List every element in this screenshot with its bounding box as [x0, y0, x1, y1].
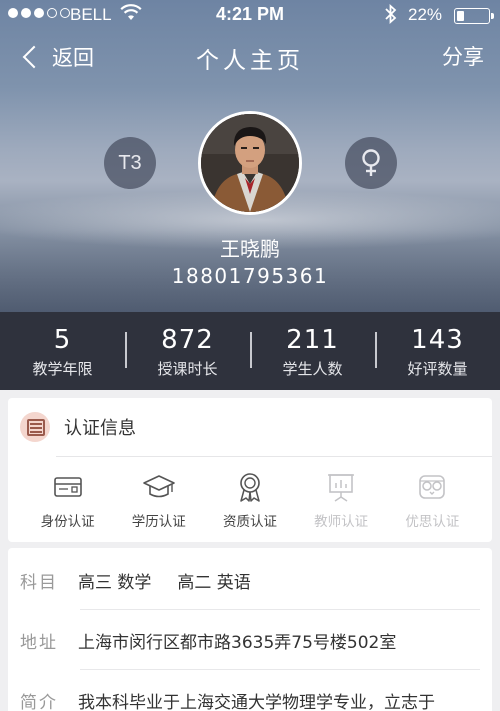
address-value: 上海市闵行区都市路3635弄75号楼502室 — [78, 632, 397, 653]
graduation-cap-icon — [116, 470, 202, 504]
subject-values: 高三 数学 高二 英语 — [78, 568, 251, 593]
intro-text: 我本科毕业于上海交通大学物理学专业，立志于 — [78, 692, 435, 711]
address-label: 地址 — [20, 632, 58, 653]
certification-title: 认证信息 — [64, 418, 136, 439]
avatar-photo — [201, 114, 299, 212]
stat-value: 143 — [411, 325, 464, 355]
stat-value: 872 — [161, 325, 214, 355]
certification-header: 认证信息 — [20, 412, 136, 442]
certification-list: 身份认证 学历认证 资质认证 教师认证 优思认证 — [8, 470, 492, 530]
share-button[interactable]: 分享 — [442, 41, 484, 71]
battery-percent: 22% — [408, 5, 443, 24]
stat-label: 学生人数 — [282, 360, 343, 378]
stat-teaching-hours: 872 授课时长 — [125, 312, 250, 390]
avatar[interactable] — [198, 111, 302, 215]
teacher-phone: 18801795361 — [171, 264, 329, 288]
subject-item: 高三 数学 — [78, 572, 152, 593]
cert-label: 资质认证 — [222, 514, 277, 530]
award-ribbon-icon — [207, 470, 293, 504]
female-symbol-icon — [345, 137, 397, 189]
address-row: 地址 上海市闵行区都市路3635弄75号楼502室 — [20, 610, 480, 670]
navigation-bar: 返回 个人主页 分享 — [0, 32, 500, 82]
subject-item: 高二 英语 — [177, 572, 251, 593]
stat-teaching-years: 5 教学年限 — [0, 312, 125, 390]
intro-row: 简介 我本科毕业于上海交通大学物理学专业，立志于 — [20, 670, 480, 711]
stat-label: 好评数量 — [407, 360, 468, 378]
stat-value: 211 — [286, 325, 339, 355]
stat-student-count: 211 学生人数 — [250, 312, 375, 390]
battery-icon — [454, 8, 494, 24]
list-document-icon — [20, 412, 50, 442]
stat-positive-reviews: 143 好评数量 — [375, 312, 500, 390]
divider — [56, 456, 492, 457]
stat-label: 教学年限 — [32, 360, 93, 378]
status-bar: BELL 4:21 PM 22% — [0, 0, 500, 30]
id-card-icon — [25, 470, 111, 504]
subject-row: 科目 高三 数学 高二 英语 — [20, 550, 480, 610]
cert-label: 教师认证 — [314, 514, 369, 530]
cert-teacher[interactable]: 教师认证 — [298, 470, 384, 530]
intro-label: 简介 — [20, 692, 58, 711]
teacher-board-icon — [298, 470, 384, 504]
cert-education[interactable]: 学历认证 — [116, 470, 202, 530]
bluetooth-icon — [384, 3, 398, 29]
stat-value: 5 — [53, 325, 72, 355]
cert-label: 优思认证 — [405, 514, 460, 530]
cert-label: 学历认证 — [131, 514, 186, 530]
teacher-info-card: 科目 高三 数学 高二 英语 地址 上海市闵行区都市路3635弄75号楼502室 … — [8, 548, 492, 711]
certification-card: 认证信息 身份认证 学历认证 资质认证 教师认证 优思认证 — [8, 398, 492, 542]
owl-icon — [389, 470, 475, 504]
cert-identity[interactable]: 身份认证 — [25, 470, 111, 530]
cert-label: 身份认证 — [40, 514, 95, 530]
teacher-level-badge: T3 — [104, 137, 156, 189]
stats-bar: 5 教学年限 872 授课时长 211 学生人数 143 好评数量 — [0, 312, 500, 390]
stat-label: 授课时长 — [157, 360, 218, 378]
cert-qualification[interactable]: 资质认证 — [207, 470, 293, 530]
page-title: 个人主页 — [196, 48, 304, 74]
teacher-name: 王晓鹏 — [220, 237, 280, 261]
subject-label: 科目 — [20, 572, 58, 593]
cert-youth[interactable]: 优思认证 — [389, 470, 475, 530]
